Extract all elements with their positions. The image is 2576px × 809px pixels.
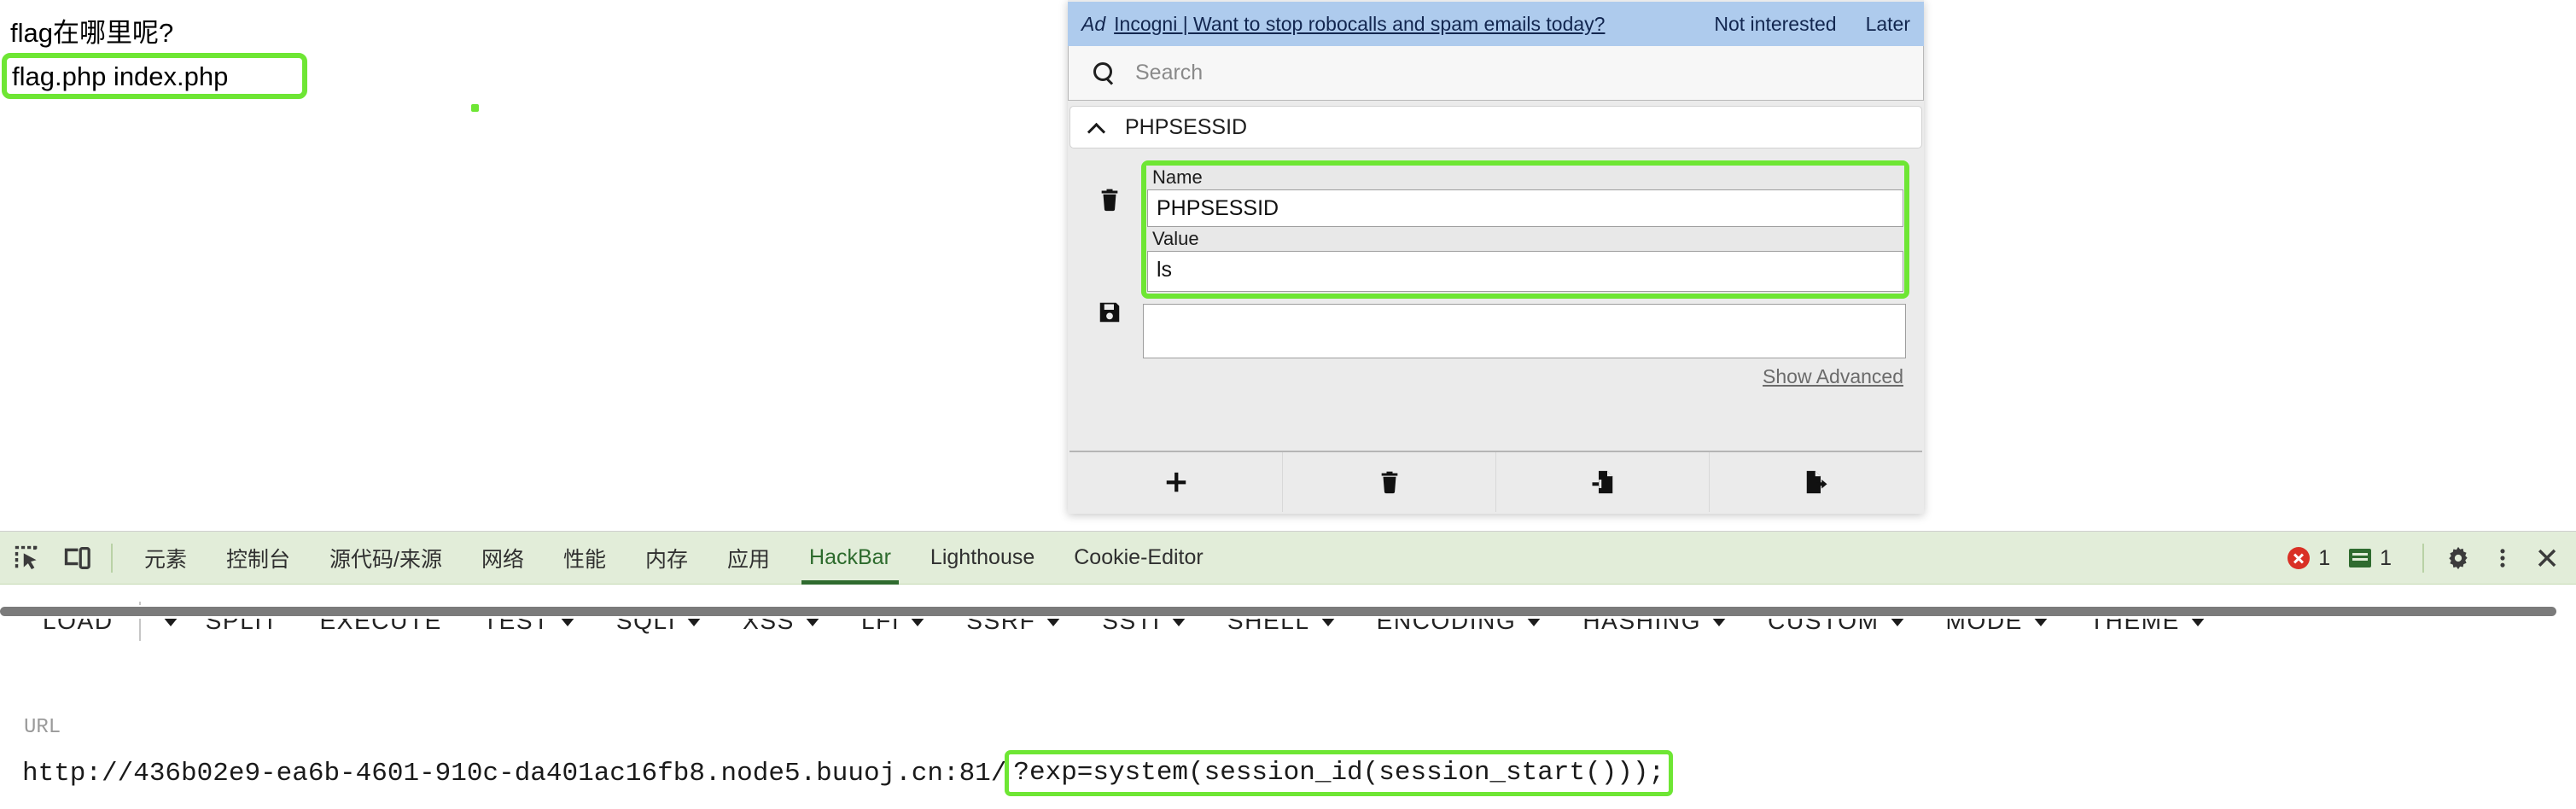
hackbar-execute-button[interactable]: EXECUTE — [299, 596, 462, 647]
tab-lighthouse[interactable]: Lighthouse — [911, 532, 1054, 585]
tab-sources[interactable]: 源代码/来源 — [310, 532, 462, 585]
hackbar-toolbar: LOAD SPLIT EXECUTE TEST SQLI XSS LFI SSR… — [0, 585, 2576, 658]
ad-link[interactable]: Incogni | Want to stop robocalls and spa… — [1114, 13, 1605, 36]
inspect-element-button[interactable] — [5, 536, 50, 580]
hackbar-load-dropdown[interactable] — [146, 596, 185, 647]
hackbar-encoding-button[interactable]: ENCODING — [1356, 596, 1563, 647]
delete-all-cookies-button[interactable] — [1283, 452, 1496, 512]
floppy-disk-icon — [1099, 302, 1120, 323]
search-icon — [1093, 61, 1115, 84]
hackbar-ssti-button[interactable]: SSTI — [1081, 596, 1207, 647]
message-icon — [2349, 549, 2372, 567]
page-files-output-text: flag.php index.php — [12, 61, 229, 91]
export-cookies-button[interactable] — [1710, 452, 1922, 512]
devtools-toolbar-right: 1 1 — [2288, 532, 2569, 585]
toolbar-divider — [111, 543, 113, 573]
hackbar-url-area: URL http://436b02e9-ea6b-4601-910c-da401… — [0, 706, 2576, 809]
ad-later-button[interactable]: Later — [1866, 13, 1910, 36]
import-cookies-button[interactable] — [1496, 452, 1710, 512]
error-count-badge[interactable]: 1 — [2288, 546, 2330, 571]
tab-elements[interactable]: 元素 — [125, 532, 207, 585]
cookie-accordion-header[interactable]: PHPSESSID — [1069, 106, 1922, 148]
hackbar-scrollbar[interactable] — [0, 605, 2576, 619]
ad-not-interested-button[interactable]: Not interested — [1714, 13, 1836, 36]
settings-button[interactable] — [2436, 536, 2480, 580]
file-import-icon — [1592, 470, 1612, 494]
hackbar-theme-button[interactable]: THEME — [2069, 596, 2226, 647]
hackbar-test-button[interactable]: TEST — [463, 596, 596, 647]
hackbar-scrollbar-thumb[interactable] — [0, 607, 2556, 616]
devtools-tabbar: 元素 控制台 源代码/来源 网络 性能 内存 应用 HackBar Lighth… — [0, 532, 2576, 585]
close-devtools-button[interactable] — [2525, 536, 2569, 580]
url-label: URL — [24, 716, 61, 739]
cookie-editor-popup: Ad Incogni | Want to stop robocalls and … — [1068, 0, 1924, 514]
cookie-fields-highlight-box: Name PHPSESSID Value ls — [1141, 160, 1909, 299]
hackbar-load-button[interactable]: LOAD — [22, 596, 134, 647]
message-count-badge[interactable]: 1 — [2349, 546, 2392, 571]
cookie-name-label: Name — [1146, 166, 1904, 189]
toolbar-divider-right — [2422, 544, 2424, 573]
show-advanced-link[interactable]: Show Advanced — [1763, 365, 1903, 388]
message-count-value: 1 — [2380, 545, 2392, 570]
tab-performance[interactable]: 性能 — [544, 532, 626, 585]
cookie-row-save-button[interactable] — [1091, 295, 1128, 329]
error-icon — [2288, 547, 2311, 569]
cookie-header-name: PHPSESSID — [1125, 114, 1248, 139]
cookie-value-input[interactable]: ls — [1147, 251, 1903, 292]
cookie-row-delete-button[interactable] — [1091, 183, 1128, 217]
trash-icon — [1101, 189, 1118, 212]
tab-application[interactable]: 应用 — [708, 532, 790, 585]
page-question-text: flag在哪里呢? — [10, 18, 174, 48]
cookie-value-label: Value — [1146, 227, 1904, 251]
cookie-name-input[interactable]: PHPSESSID — [1147, 189, 1903, 227]
tab-cookie-editor[interactable]: Cookie-Editor — [1054, 532, 1222, 585]
hackbar-shell-button[interactable]: SHELL — [1207, 596, 1356, 647]
tab-hackbar[interactable]: HackBar — [790, 532, 911, 585]
hackbar-hashing-button[interactable]: HASHING — [1562, 596, 1747, 647]
hackbar-ssrf-button[interactable]: SSRF — [946, 596, 1081, 647]
cookie-extra-input[interactable] — [1143, 304, 1906, 358]
cookie-editor-footer — [1069, 451, 1922, 512]
cookie-search-row[interactable]: Search — [1068, 46, 1924, 101]
hackbar-xss-button[interactable]: XSS — [722, 596, 841, 647]
hackbar-sqli-button[interactable]: SQLI — [596, 596, 722, 647]
plus-icon — [1166, 472, 1186, 492]
tab-network[interactable]: 网络 — [462, 532, 544, 585]
ad-banner: Ad Incogni | Want to stop robocalls and … — [1068, 2, 1924, 46]
ad-label: Ad — [1081, 12, 1106, 35]
devtools-panel: 元素 控制台 源代码/来源 网络 性能 内存 应用 HackBar Lighth… — [0, 531, 2576, 809]
close-icon — [2538, 549, 2556, 567]
more-options-button[interactable] — [2480, 536, 2525, 580]
tab-console[interactable]: 控制台 — [207, 532, 310, 585]
file-export-icon — [1806, 470, 1827, 494]
annotation-dot-icon — [471, 104, 479, 112]
url-input-row[interactable]: http://436b02e9-ea6b-4601-910c-da401ac16… — [22, 750, 1674, 796]
screen-root: flag在哪里呢? flag.php index.php Ad Incogni … — [0, 0, 2576, 809]
tab-memory[interactable]: 内存 — [626, 532, 708, 585]
add-cookie-button[interactable] — [1069, 452, 1283, 512]
device-toolbar-icon — [64, 546, 90, 569]
inspect-element-icon — [15, 545, 38, 569]
error-count-value: 1 — [2318, 545, 2331, 570]
hackbar-lfi-button[interactable]: LFI — [841, 596, 946, 647]
settings-gear-icon — [2449, 546, 2468, 570]
hackbar-custom-button[interactable]: CUSTOM — [1747, 596, 1925, 647]
hackbar-split-button[interactable]: SPLIT — [185, 596, 300, 647]
chevron-up-icon[interactable] — [1087, 118, 1106, 137]
hackbar-mode-button[interactable]: MODE — [1926, 596, 2069, 647]
trash-icon — [1381, 471, 1397, 494]
device-toolbar-button[interactable] — [55, 536, 99, 580]
url-query-highlight[interactable]: ?exp=system(session_id(session_start()))… — [1005, 750, 1674, 796]
cookie-search-input[interactable]: Search — [1135, 61, 1203, 85]
url-base-text[interactable]: http://436b02e9-ea6b-4601-910c-da401ac16… — [22, 759, 1006, 789]
more-options-icon — [2500, 549, 2505, 567]
cookie-detail-body: Name PHPSESSID Value ls Show Advanced — [1069, 152, 1922, 447]
